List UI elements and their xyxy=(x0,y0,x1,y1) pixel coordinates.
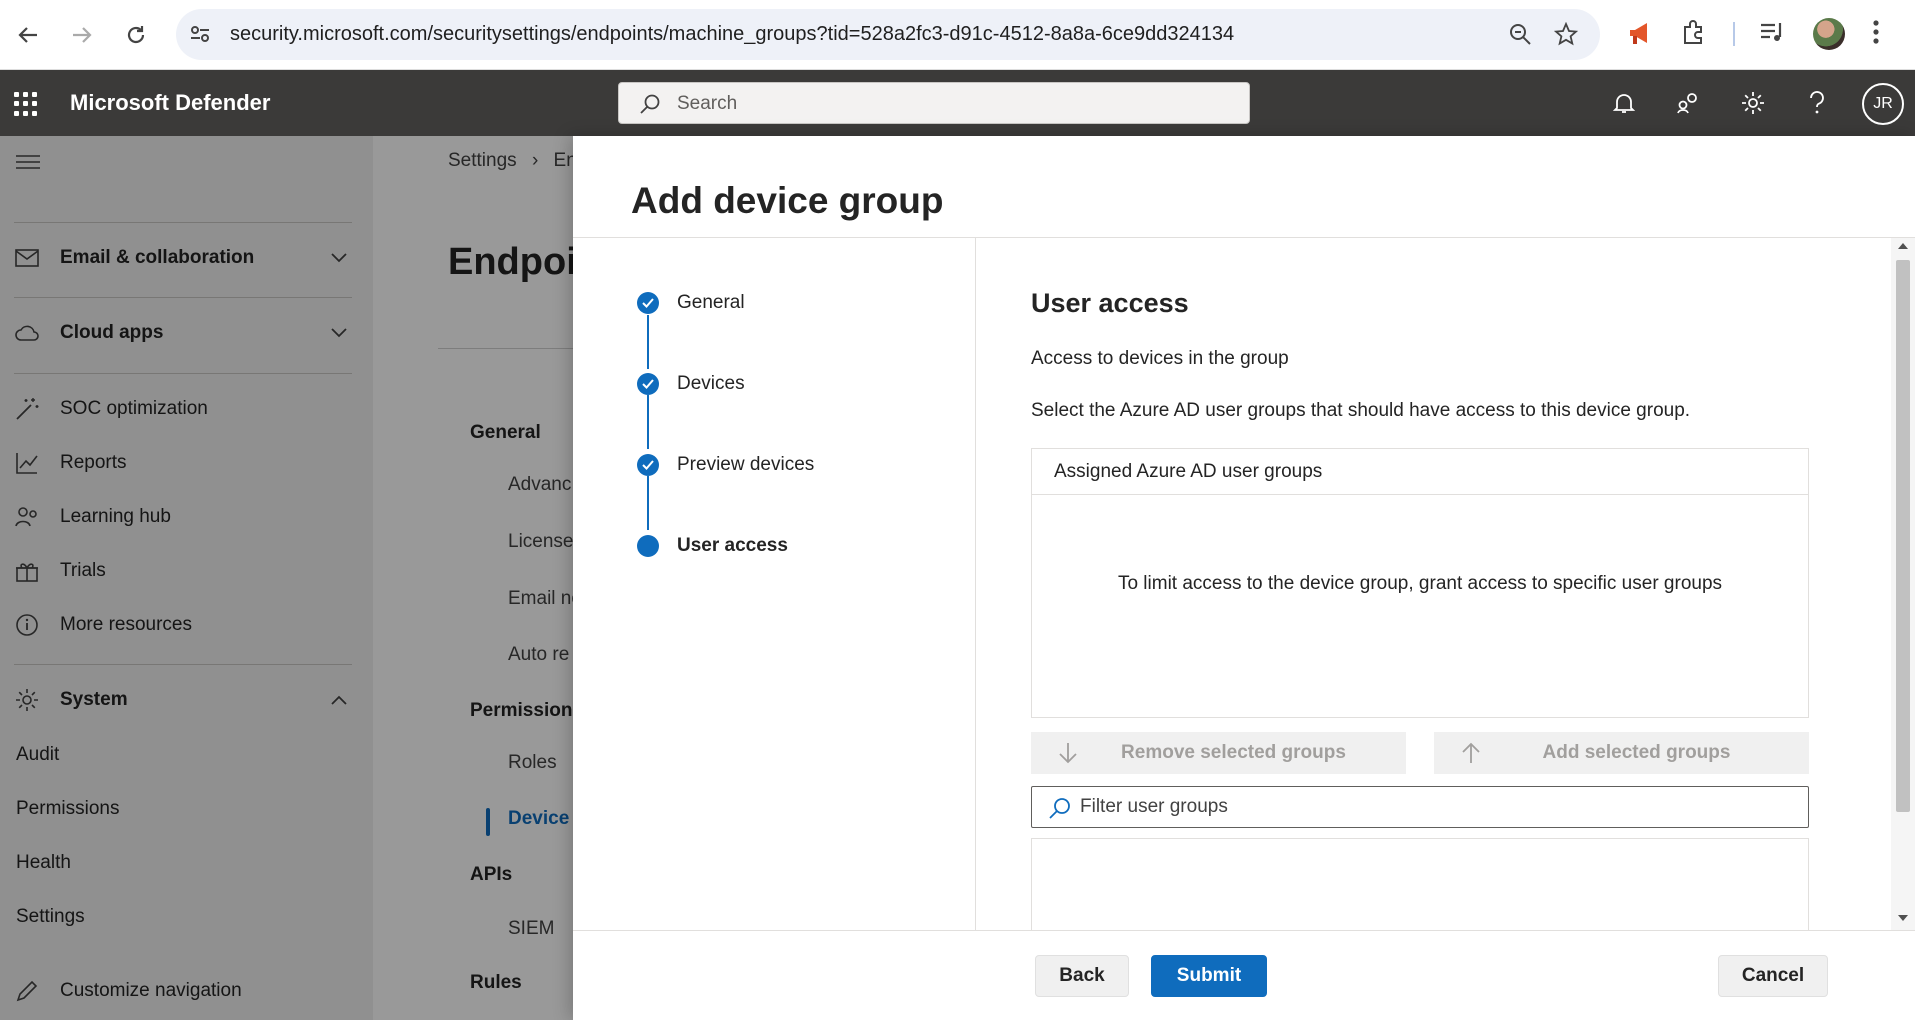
search-icon xyxy=(1048,796,1072,820)
forward-arrow-icon[interactable] xyxy=(64,17,100,53)
reload-icon[interactable] xyxy=(118,17,154,53)
url-text[interactable]: security.microsoft.com/securitysettings/… xyxy=(230,23,1234,46)
scrollbar-thumb[interactable] xyxy=(1896,260,1910,812)
assigned-groups-header: Assigned Azure AD user groups xyxy=(1032,449,1808,495)
step-content: User access Access to devices in the gro… xyxy=(977,238,1897,948)
panel-footer: Back Submit Cancel xyxy=(573,930,1915,1020)
toolbar-divider xyxy=(1733,22,1735,46)
add-device-group-panel: Add device group General Devices Preview… xyxy=(573,136,1915,1020)
section-heading: User access xyxy=(1031,288,1189,318)
help-icon[interactable] xyxy=(1801,87,1833,119)
section-subheading: Access to devices in the group xyxy=(1031,348,1289,369)
user-avatar[interactable]: JR xyxy=(1862,83,1904,125)
add-selected-groups-button[interactable]: Add selected groups xyxy=(1434,732,1809,774)
step-connector xyxy=(647,315,649,369)
zoom-icon[interactable] xyxy=(1508,22,1532,46)
address-bar[interactable]: security.microsoft.com/securitysettings/… xyxy=(176,9,1600,60)
panel-title: Add device group xyxy=(631,180,944,221)
megaphone-extension-icon[interactable] xyxy=(1626,18,1656,48)
media-control-icon[interactable] xyxy=(1758,18,1786,46)
checkmark-icon xyxy=(637,292,659,314)
step-connector xyxy=(647,476,649,530)
assigned-groups-list: Assigned Azure AD user groups To limit a… xyxy=(1031,448,1809,718)
empty-state-message: To limit access to the device group, gra… xyxy=(1117,573,1723,594)
scroll-down-icon[interactable] xyxy=(1897,914,1909,922)
app-title[interactable]: Microsoft Defender xyxy=(70,90,270,116)
checkmark-icon xyxy=(637,373,659,395)
site-info-icon[interactable] xyxy=(188,22,212,46)
app-header: Microsoft Defender JR xyxy=(0,70,1915,136)
app-launcher-icon[interactable] xyxy=(14,92,38,116)
back-arrow-icon[interactable] xyxy=(10,17,46,53)
bookmark-star-icon[interactable] xyxy=(1554,22,1578,46)
filter-user-groups-input[interactable] xyxy=(1080,794,1780,820)
step-devices[interactable]: Devices xyxy=(637,373,745,395)
step-user-access[interactable]: User access xyxy=(637,535,788,557)
filter-user-groups[interactable] xyxy=(1031,786,1809,828)
browser-toolbar: security.microsoft.com/securitysettings/… xyxy=(0,0,1915,70)
current-step-dot-icon xyxy=(637,535,659,557)
cancel-button[interactable]: Cancel xyxy=(1718,955,1828,997)
remove-selected-groups-button[interactable]: Remove selected groups xyxy=(1031,732,1406,774)
step-general[interactable]: General xyxy=(637,292,745,314)
submit-button[interactable]: Submit xyxy=(1151,955,1267,997)
modal-overlay[interactable] xyxy=(0,136,573,1020)
browser-menu-icon[interactable] xyxy=(1871,18,1881,46)
community-icon[interactable] xyxy=(1672,87,1704,119)
extensions-puzzle-icon[interactable] xyxy=(1680,18,1708,46)
search-icon xyxy=(639,93,661,115)
notifications-bell-icon[interactable] xyxy=(1608,87,1640,119)
global-search[interactable] xyxy=(618,82,1250,124)
wizard-steps: General Devices Preview devices User acc… xyxy=(573,238,976,930)
checkmark-icon xyxy=(637,454,659,476)
search-input[interactable] xyxy=(677,91,1237,117)
back-button[interactable]: Back xyxy=(1035,955,1129,997)
section-description: Select the Azure AD user groups that sho… xyxy=(1031,400,1691,421)
settings-gear-icon[interactable] xyxy=(1737,87,1769,119)
browser-profile-avatar[interactable] xyxy=(1813,18,1845,50)
step-preview-devices[interactable]: Preview devices xyxy=(637,454,814,476)
step-connector xyxy=(647,395,649,449)
scroll-up-icon[interactable] xyxy=(1897,242,1909,250)
panel-scrollbar[interactable] xyxy=(1891,238,1915,930)
